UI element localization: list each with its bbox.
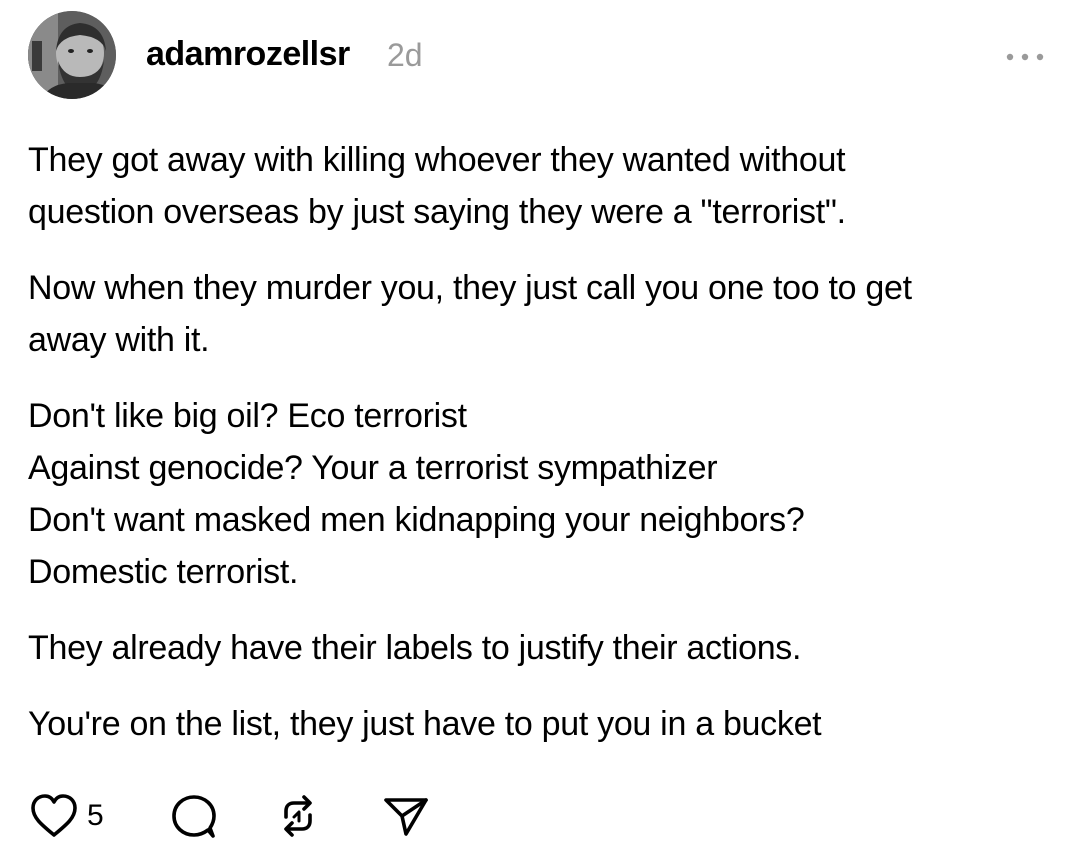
post-text-line: away with it. xyxy=(28,321,210,359)
post-paragraph: They got away with killing whoever they … xyxy=(28,134,1038,238)
comment-icon xyxy=(172,795,216,838)
post-paragraph: Don't like big oil? Eco terrorist Agains… xyxy=(28,390,1038,598)
post-text-line: Against genocide? Your a terrorist sympa… xyxy=(28,449,718,487)
user-avatar-icon xyxy=(28,11,116,99)
heart-icon xyxy=(31,794,77,837)
post-paragraph: You're on the list, they just have to pu… xyxy=(28,698,1038,750)
post-text-line: question overseas by just saying they we… xyxy=(28,193,846,231)
like-button[interactable] xyxy=(28,790,80,847)
post-text-line: Don't like big oil? Eco terrorist xyxy=(28,397,467,435)
post-paragraph: Now when they murder you, they just call… xyxy=(28,262,1038,366)
author-username[interactable]: adamrozellsr xyxy=(146,34,350,74)
reply-button[interactable] xyxy=(168,790,220,847)
post-text-line: You're on the list, they just have to pu… xyxy=(28,705,822,743)
more-horizontal-icon xyxy=(1006,53,1044,61)
post-body: They got away with killing whoever they … xyxy=(28,134,1038,774)
like-count: 5 xyxy=(87,799,104,832)
author-avatar[interactable] xyxy=(28,11,116,99)
post-text-line: Domestic terrorist. xyxy=(28,553,299,591)
post-text-line: Don't want masked men kidnapping your ne… xyxy=(28,501,805,539)
post-text-line: Now when they murder you, they just call… xyxy=(28,269,912,307)
post-paragraph: They already have their labels to justif… xyxy=(28,622,1038,674)
post-actions-bar: 5 xyxy=(28,790,448,846)
repost-button[interactable] xyxy=(272,790,324,847)
repost-icon xyxy=(284,795,312,837)
share-button[interactable] xyxy=(380,790,432,847)
post-text-line: They got away with killing whoever they … xyxy=(28,141,846,179)
post-text-line: They already have their labels to justif… xyxy=(28,629,802,667)
post-card: adamrozellsr 2d They got away with killi… xyxy=(0,0,1076,862)
send-icon xyxy=(384,798,428,836)
post-timestamp: 2d xyxy=(387,37,423,73)
more-options-button[interactable] xyxy=(1003,42,1047,72)
